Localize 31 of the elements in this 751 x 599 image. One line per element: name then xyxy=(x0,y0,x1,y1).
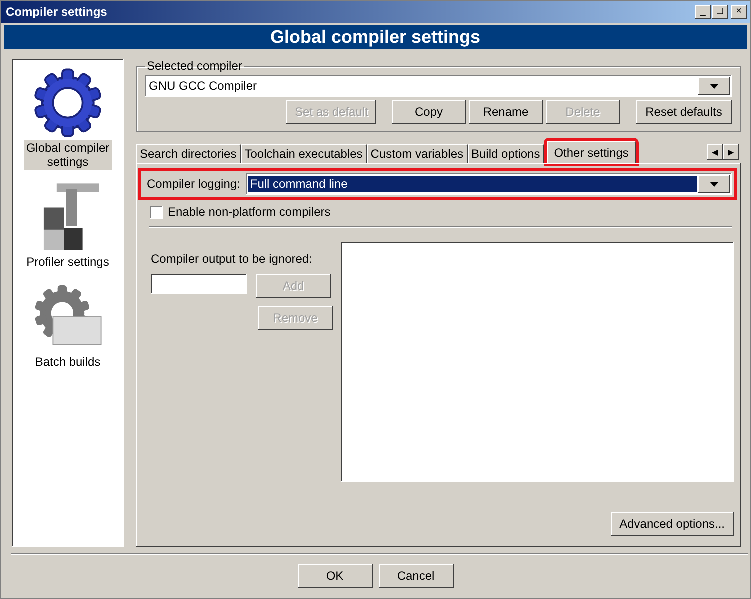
ignored-output-field[interactable] xyxy=(151,274,247,294)
window-control-button[interactable]: □ xyxy=(712,5,728,19)
tab[interactable]: Other settings xyxy=(547,141,636,163)
compiler-dropdown[interactable]: GNU GCC Compiler xyxy=(145,75,732,97)
logging-label: Compiler logging: xyxy=(147,177,240,191)
tab[interactable]: Toolchain executables xyxy=(240,144,367,163)
sidebar-item[interactable]: Batch builds xyxy=(24,354,112,370)
tab-scroll-button[interactable]: ◀ xyxy=(707,144,723,160)
dropdown-arrow-icon xyxy=(710,182,718,186)
window-control-button[interactable]: × xyxy=(731,5,747,19)
group-label: Selected compiler xyxy=(146,59,244,73)
compiler-action-button[interactable]: Reset defaults xyxy=(636,100,732,124)
window-control-button[interactable]: _ xyxy=(695,5,711,19)
tab[interactable]: Search directories xyxy=(136,144,241,163)
tab[interactable]: Build options xyxy=(468,144,544,163)
sidebar-item[interactable]: Profiler settings xyxy=(24,254,112,270)
header-title: Global compiler settings xyxy=(270,26,481,48)
window-title: Compiler settings xyxy=(6,5,108,19)
ignored-output-label: Compiler output to be ignored: xyxy=(151,252,314,266)
logging-dropdown[interactable]: Full command line xyxy=(246,173,732,195)
checkbox[interactable] xyxy=(150,206,163,218)
compiler-action-button[interactable]: Copy xyxy=(392,100,466,124)
dialog-button[interactable]: Cancel xyxy=(378,564,454,588)
advanced-options-button[interactable]: Advanced options... xyxy=(610,512,734,536)
checkbox-label: Enable non-platform compilers xyxy=(168,205,331,219)
dialog-button[interactable]: OK xyxy=(298,564,372,588)
sidebar-item[interactable]: Global compiler settings xyxy=(24,140,112,170)
compiler-action-button[interactable]: Rename xyxy=(469,100,543,124)
dropdown-arrow-icon xyxy=(710,84,718,88)
tab-scroll-button[interactable]: ▶ xyxy=(723,144,739,160)
tab[interactable]: Custom variables xyxy=(366,144,468,163)
